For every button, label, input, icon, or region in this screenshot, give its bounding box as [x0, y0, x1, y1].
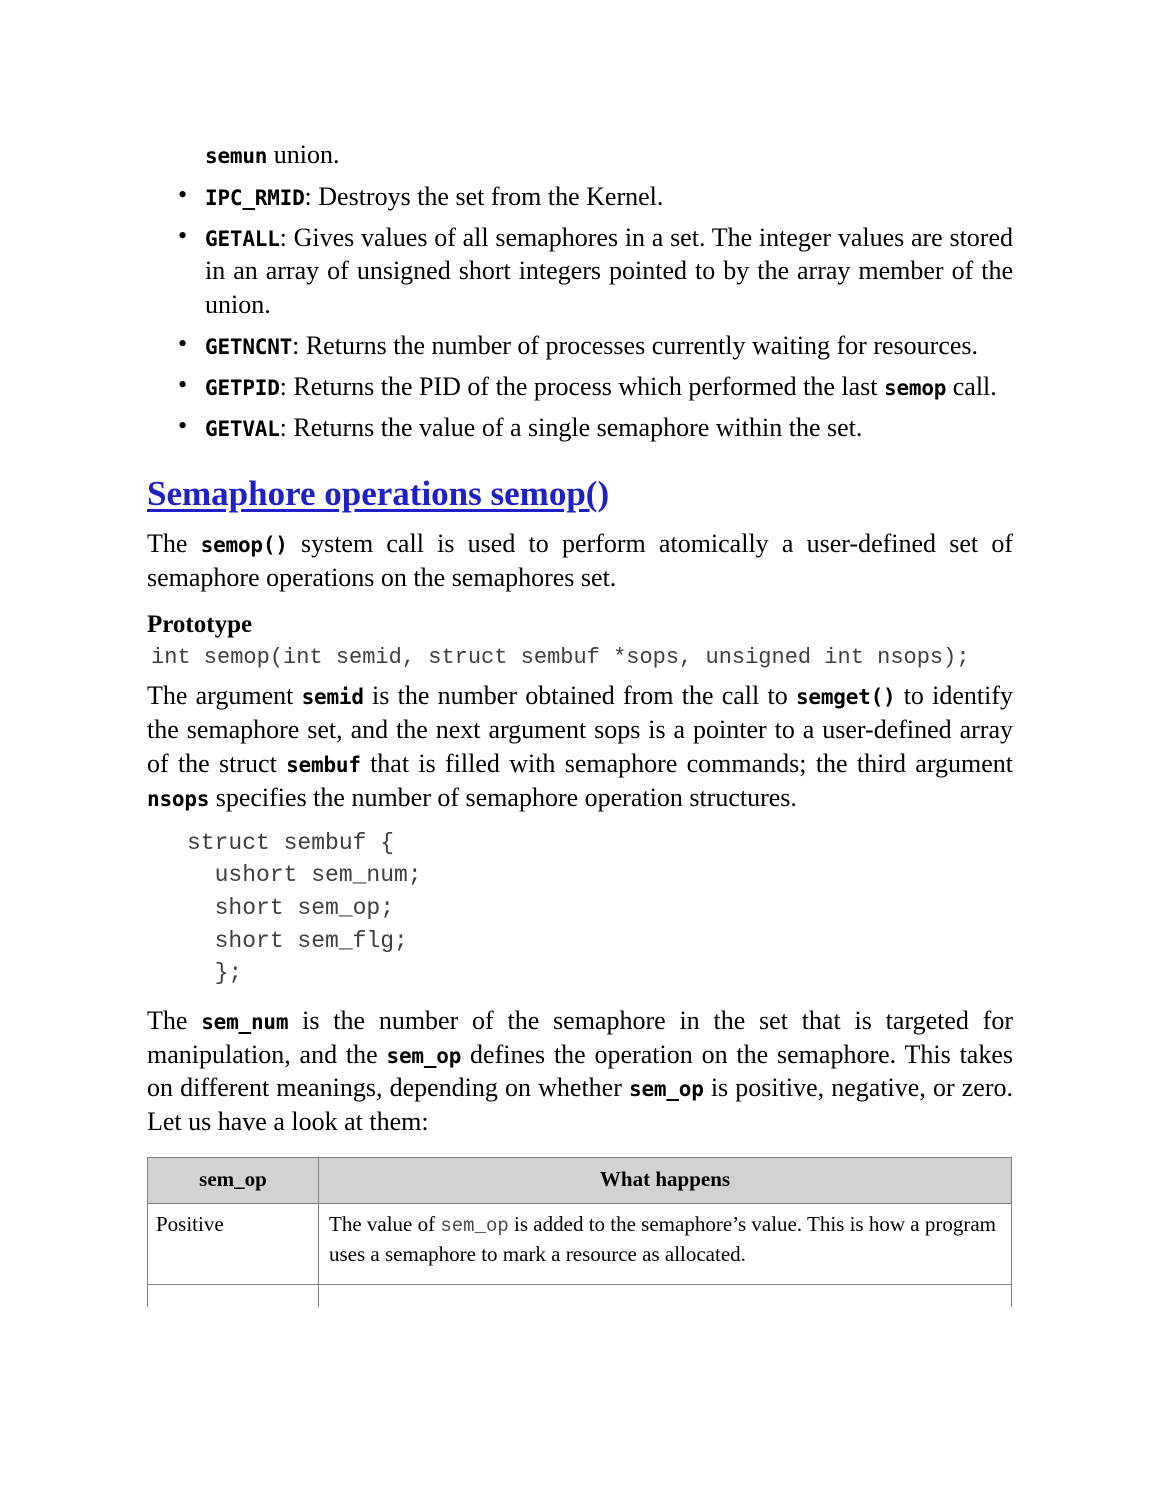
- list-item-text: : Destroys the set from the Kernel.: [304, 181, 664, 211]
- desc-text-1: The value of: [329, 1212, 441, 1237]
- column-header-what-happens: What happens: [318, 1157, 1012, 1205]
- arg-text-1: The argument: [147, 681, 302, 711]
- code-term-semop: semop: [884, 375, 947, 400]
- list-item-text-2: call.: [946, 371, 997, 401]
- list-item: GETALL: Gives values of all semaphores i…: [147, 219, 1013, 322]
- cell-clipped-left: [147, 1284, 319, 1308]
- table-row: Positive The value of sem_op is added to…: [147, 1203, 1012, 1286]
- arg-text-4: that is filled with semaphore commands; …: [360, 749, 1014, 778]
- code-term-sem-op-cell: sem_op: [440, 1215, 509, 1238]
- code-term-getall: GETALL: [205, 226, 280, 251]
- code-term-sem-op-1: sem_op: [386, 1043, 462, 1068]
- code-term-semget: semget(): [795, 685, 896, 710]
- code-term-semop-call: semop(): [200, 533, 288, 558]
- arg-text-5: specifies the number of semaphore operat…: [209, 782, 797, 812]
- list-item-text: : Returns the value of a single semaphor…: [279, 412, 863, 442]
- list-item-text: : Returns the PID of the process which p…: [279, 371, 885, 401]
- intro-text-1: The: [147, 529, 201, 559]
- code-term-ipc-rmid: IPC_RMID: [205, 185, 305, 210]
- list-item-text: : Gives values of all semaphores in a se…: [205, 222, 1013, 320]
- code-term-sem-num: sem_num: [201, 1009, 289, 1034]
- list-item: GETPID: Returns the PID of the process w…: [147, 368, 1013, 404]
- list-item: GETNCNT: Returns the number of processes…: [147, 327, 1013, 363]
- prototype-heading: Prototype: [147, 610, 253, 638]
- code-term-getpid: GETPID: [205, 375, 280, 400]
- argument-paragraph: The argument semid is the number obtaine…: [147, 679, 1013, 814]
- code-term-nsops: nsops: [147, 786, 210, 811]
- semnum-text-1: The: [147, 1005, 202, 1035]
- sem-num-paragraph: The sem_num is the number of the semapho…: [147, 1004, 1013, 1139]
- code-term-sembuf: sembuf: [286, 753, 361, 777]
- prototype-code: int semop(int semid, struct sembuf *sops…: [151, 644, 970, 670]
- sem-op-table: sem_op What happens Positive The value o…: [147, 1157, 1012, 1308]
- list-item: IPC_RMID: Destroys the set from the Kern…: [147, 178, 1013, 214]
- continuation-line: semun union.: [147, 138, 1013, 172]
- table-row-clipped: [147, 1284, 1012, 1308]
- continuation-text: union.: [267, 140, 340, 169]
- table-header-row: sem_op What happens: [147, 1157, 1012, 1205]
- column-header-sem-op: sem_op: [147, 1157, 319, 1205]
- code-term-semun: semun: [205, 144, 268, 168]
- cell-clipped-right: [318, 1284, 1012, 1308]
- document-page: semun union. IPC_RMID: Destroys the set …: [147, 0, 1013, 1308]
- semctl-command-list: IPC_RMID: Destroys the set from the Kern…: [147, 178, 1013, 445]
- arg-text-2: is the number obtained from the call to: [363, 681, 796, 711]
- code-term-getncnt: GETNCNT: [205, 334, 293, 359]
- section-heading-tail: ): [597, 474, 610, 514]
- code-term-sem-op-2: sem_op: [629, 1077, 704, 1102]
- cell-description: The value of sem_op is added to the sema…: [318, 1203, 1012, 1286]
- code-term-semid: semid: [301, 685, 364, 710]
- list-item-text: : Returns the number of processes curren…: [292, 330, 979, 360]
- section-heading: Semaphore operations semop(): [147, 473, 1013, 515]
- cell-sem-op-value: Positive: [147, 1203, 319, 1286]
- intro-paragraph: The semop() system call is used to perfo…: [147, 527, 1013, 594]
- sembuf-struct-code: struct sembuf { ushort sem_num; short se…: [187, 829, 422, 987]
- code-term-getval: GETVAL: [205, 416, 280, 441]
- list-item: GETVAL: Returns the value of a single se…: [147, 409, 1013, 445]
- section-heading-main: Semaphore operations semop(: [147, 474, 598, 514]
